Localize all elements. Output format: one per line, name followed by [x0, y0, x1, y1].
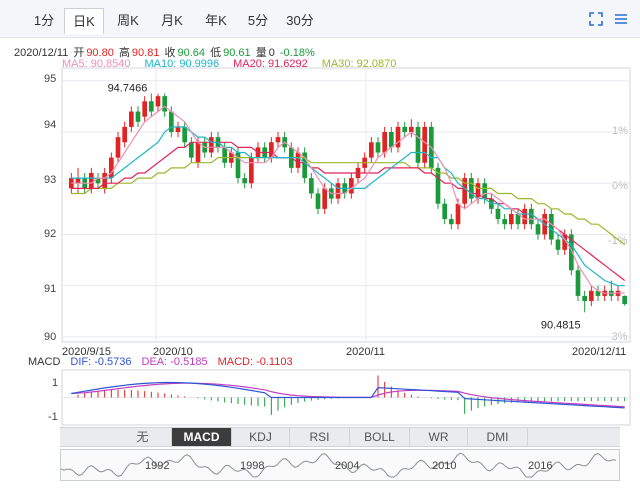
candle-body [409, 126, 414, 133]
candle-body [455, 203, 461, 225]
date-label-nov: 2020/11 [346, 346, 385, 358]
candle-body [402, 126, 407, 133]
candle-body [349, 178, 354, 194]
candle-body [555, 239, 561, 250]
candle-body [162, 96, 167, 112]
navigator-year-2016: 2016 [528, 460, 553, 472]
macd-value: MACD: -0.1103 [217, 356, 293, 368]
candle-body [89, 172, 94, 189]
navigator-year-2004: 2004 [335, 460, 360, 472]
indicator-none[interactable]: 无 [114, 428, 172, 446]
candle-body [422, 126, 427, 163]
low-price-annotation: 90.4815 [541, 319, 581, 331]
price-plot-frame [61, 67, 631, 343]
candle-body [115, 137, 121, 158]
candle-body [535, 224, 541, 235]
candle-body [142, 101, 147, 117]
candle-body [335, 183, 341, 199]
candle-body [242, 178, 247, 184]
ma30-line [71, 157, 626, 246]
candle-body [395, 126, 401, 148]
candle-body [309, 178, 314, 194]
candle-body [475, 183, 481, 199]
ma10-line [71, 126, 625, 287]
candle-body [135, 111, 141, 122]
candle-body [102, 172, 107, 189]
candle-body [509, 213, 514, 225]
candle-body [482, 183, 487, 199]
indicator-boll[interactable]: BOLL [350, 428, 410, 446]
dea-value: DEA: -0.5185 [141, 356, 208, 368]
candle-body [189, 142, 194, 158]
indicator-tab-bar: 无 MACD KDJ RSI BOLL WR DMI [60, 427, 620, 447]
candle-body [389, 132, 394, 148]
candlestick-chart[interactable]: 94.7466 90.4815 [0, 0, 640, 488]
candle-body [75, 178, 81, 184]
candle-body [382, 132, 387, 153]
candle-body [149, 101, 154, 112]
candle-body [109, 157, 114, 179]
candle-body [155, 96, 161, 107]
macd-title: MACD [28, 356, 61, 368]
candle-body [122, 126, 127, 143]
candle-body [415, 126, 421, 163]
candle-body [315, 193, 321, 209]
candle-body [175, 126, 181, 133]
candle-body [369, 142, 374, 158]
navigator-year-2010: 2010 [432, 460, 457, 472]
indicator-macd[interactable]: MACD [172, 428, 232, 446]
indicator-rsi[interactable]: RSI [290, 428, 350, 446]
candle-body [195, 142, 201, 163]
indicator-dmi[interactable]: DMI [468, 428, 528, 446]
candle-body [275, 137, 281, 143]
macd-tick-neg1: -1 [48, 411, 58, 423]
dif-value: DIF: -0.5736 [70, 356, 132, 368]
dif-line [71, 381, 625, 409]
candle-body [449, 219, 454, 225]
candle-body [502, 219, 507, 225]
candle-body [295, 152, 301, 168]
navigator-year-1998: 1998 [240, 460, 265, 472]
candle-body [549, 213, 554, 240]
high-price-annotation: 94.7466 [108, 83, 148, 95]
candle-body [375, 142, 381, 153]
candle-body [469, 178, 474, 199]
candle-body [589, 290, 594, 302]
candle-body [495, 208, 501, 220]
candle-body [209, 137, 214, 153]
candle-body [322, 188, 327, 209]
indicator-wr[interactable]: WR [410, 428, 468, 446]
date-label-end: 2020/12/11 [572, 346, 627, 358]
macd-legend: MACD DIF: -0.5736 DEA: -0.5185 MACD: -0.110… [28, 356, 303, 368]
candle-body [182, 126, 187, 143]
candle-body [529, 208, 534, 225]
candle-body [442, 203, 447, 220]
candle-body [575, 270, 581, 296]
candle-body [129, 111, 134, 127]
indicator-kdj[interactable]: KDJ [232, 428, 290, 446]
candle-body [222, 147, 227, 163]
candle-body [522, 208, 527, 225]
navigator-year-1992: 1992 [145, 460, 170, 472]
candle-body [169, 111, 174, 133]
candle-body [582, 295, 587, 302]
candle-body [249, 157, 254, 184]
candle-body [622, 295, 627, 305]
ma5-line [71, 105, 625, 294]
macd-tick-1: 1 [52, 377, 59, 389]
